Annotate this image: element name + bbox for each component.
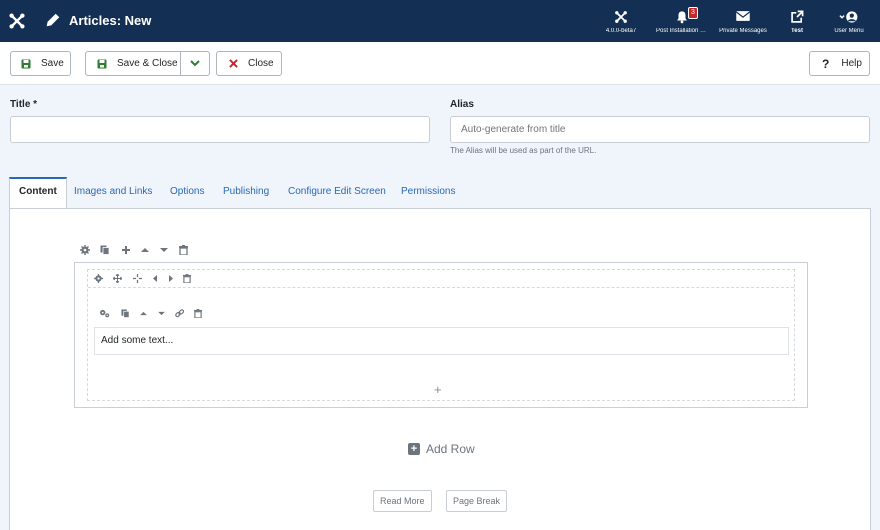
alias-hint: The Alias will be used as part of the UR… [450,146,597,155]
editor-column: Add some text... + [87,269,795,401]
element-move-down-icon[interactable] [158,311,165,316]
close-icon [229,59,238,68]
header-item-label: Private Messages [719,28,767,34]
question-icon: ? [822,56,830,71]
joomla-icon [615,11,627,23]
row-copy-icon[interactable] [100,245,110,255]
column-delete-trash-icon[interactable] [183,274,191,283]
joomla-logo-icon[interactable] [8,12,26,30]
tab-configure-edit-screen[interactable]: Configure Edit Screen [279,179,395,211]
add-row-label: Add Row [426,442,475,456]
help-label: Help [841,58,862,69]
page-break-button[interactable]: Page Break [446,490,508,512]
header-item-label: Test [791,28,803,34]
tab-images-links[interactable]: Images and Links [65,179,161,211]
plus-square-icon: + [408,443,420,455]
read-more-button[interactable]: Read More [373,490,432,512]
external-link-icon [791,10,804,23]
header-user-menu[interactable]: User Menu [826,0,872,42]
element-settings-gears-icon[interactable] [99,309,110,318]
save-dropdown-toggle[interactable] [180,51,210,76]
save-icon [21,59,31,68]
header-item-label: Post Installation Messages [656,28,708,34]
header-version[interactable]: 4.0.0-beta7 [595,0,647,42]
top-header: Articles: New 4.0.0-beta7 3 Post Install… [0,0,880,42]
tab-permissions[interactable]: Permissions [392,179,464,211]
alias-input[interactable] [450,116,870,143]
tab-bar: Content Images and Links Options Publish… [9,177,871,209]
tab-content[interactable]: Content [9,177,67,209]
text-element[interactable]: Add some text... [94,327,789,355]
user-circle-icon [839,11,858,23]
add-element-button[interactable]: + [434,382,442,397]
column-resize-icon[interactable] [133,274,142,283]
envelope-icon [735,11,751,21]
row-delete-trash-icon[interactable] [179,245,188,255]
column-settings-gear-icon[interactable] [94,274,103,283]
bell-icon [677,11,687,24]
column-toolbar [88,270,794,288]
row-move-down-icon[interactable] [160,247,168,253]
tab-options[interactable]: Options [161,179,213,211]
element-copy-icon[interactable] [121,309,130,318]
save-close-label: Save & Close [117,58,178,69]
pencil-icon [46,13,60,27]
save-button[interactable]: Save [10,51,71,76]
element-link-icon[interactable] [175,309,184,318]
chevron-down-icon [190,60,200,67]
header-item-label: 4.0.0-beta7 [605,28,637,34]
column-move-icon[interactable] [113,274,122,283]
row-add-icon[interactable] [121,245,131,255]
alias-label: Alias [450,99,474,110]
save-close-button[interactable]: Save & Close [85,51,181,76]
title-label: Title * [10,99,38,110]
column-shrink-left-icon[interactable] [153,275,158,282]
element-move-up-icon[interactable] [140,311,147,316]
editor-row: Add some text... + [74,262,808,408]
editor-panel: Add some text... + + Add Row Read More P… [9,208,871,530]
page-title: Articles: New [69,13,152,28]
header-private-messages[interactable]: Private Messages [716,0,770,42]
element-delete-trash-icon[interactable] [194,309,202,318]
notification-badge: 3 [688,7,698,19]
save-icon [97,59,107,68]
header-site-link[interactable]: Test [778,0,816,42]
close-label: Close [248,58,274,69]
save-label: Save [41,58,64,69]
toolbar: Save Save & Close Close ? Help [0,42,880,85]
close-button[interactable]: Close [216,51,282,76]
header-post-install-messages[interactable]: 3 Post Installation Messages [656,0,708,42]
row-move-up-icon[interactable] [141,247,149,253]
add-row-button[interactable]: + Add Row [408,442,475,456]
row-settings-gear-icon[interactable] [80,245,90,255]
column-expand-right-icon[interactable] [168,275,173,282]
tab-publishing[interactable]: Publishing [214,179,278,211]
title-input[interactable] [10,116,430,143]
help-button[interactable]: ? Help [809,51,870,76]
header-item-label: User Menu [834,28,864,34]
